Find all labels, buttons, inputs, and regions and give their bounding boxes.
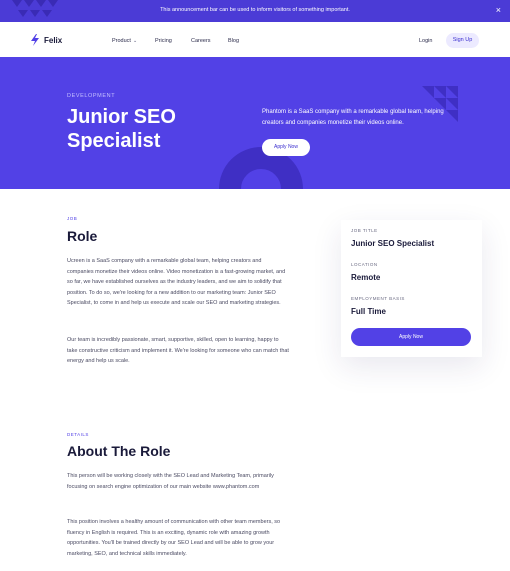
hero-apply-button[interactable]: Apply Now: [262, 139, 310, 156]
location-value: Remote: [351, 273, 381, 282]
role-paragraph-1: Ucreen is a SaaS company with a remarkab…: [67, 258, 286, 306]
job-title-value: Junior SEO Specialist: [351, 239, 435, 248]
employment-value: Full Time: [351, 307, 386, 316]
close-icon[interactable]: ×: [496, 5, 501, 15]
job-summary-card: JOB TITLE Junior SEO Specialist LOCATION…: [341, 220, 482, 357]
about-paragraph-1: This person will be working closely with…: [67, 473, 274, 490]
announcement-bar: This announcement bar can be used to inf…: [0, 0, 510, 22]
bolt-icon: [31, 34, 39, 46]
nav-link-pricing[interactable]: Pricing: [155, 38, 172, 44]
signup-button[interactable]: Sign Up: [446, 33, 479, 48]
login-link[interactable]: Login: [419, 38, 432, 44]
section-label-details: DETAILS: [67, 432, 89, 437]
card-apply-button[interactable]: Apply Now: [351, 328, 471, 346]
section-title-role: Role: [67, 228, 98, 244]
logo-text: Felix: [44, 35, 63, 45]
section-title-about: About The Role: [67, 443, 171, 459]
location-label: LOCATION: [351, 262, 378, 267]
employment-label: EMPLOYMENT BASIS: [351, 296, 405, 301]
nav-link-product[interactable]: Product ⌄: [112, 38, 137, 44]
logo[interactable]: Felix: [30, 34, 62, 46]
section-label-job: JOB: [67, 216, 78, 221]
about-paragraph-2: This position involves a healthy amount …: [67, 519, 281, 557]
hero-category: DEVELOPMENT: [67, 93, 116, 99]
job-title-label: JOB TITLE: [351, 228, 378, 233]
announcement-text: This announcement bar can be used to inf…: [160, 7, 350, 13]
role-paragraph-2: Our team is incredibly passionate, smart…: [67, 337, 289, 364]
navbar: Felix Product ⌄ Pricing Careers Blog Logi…: [0, 22, 510, 57]
hero-section: DEVELOPMENT Junior SEO Specialist Phanto…: [0, 57, 510, 189]
nav-link-careers[interactable]: Careers: [191, 38, 211, 44]
nav-link-blog[interactable]: Blog: [228, 38, 239, 44]
hero-description: Phantom is a SaaS company with a remarka…: [262, 109, 444, 126]
page-title: Junior SEO Specialist: [67, 106, 176, 152]
chevron-down-icon: ⌄: [132, 38, 138, 44]
nav-link-label: Product: [112, 38, 131, 44]
